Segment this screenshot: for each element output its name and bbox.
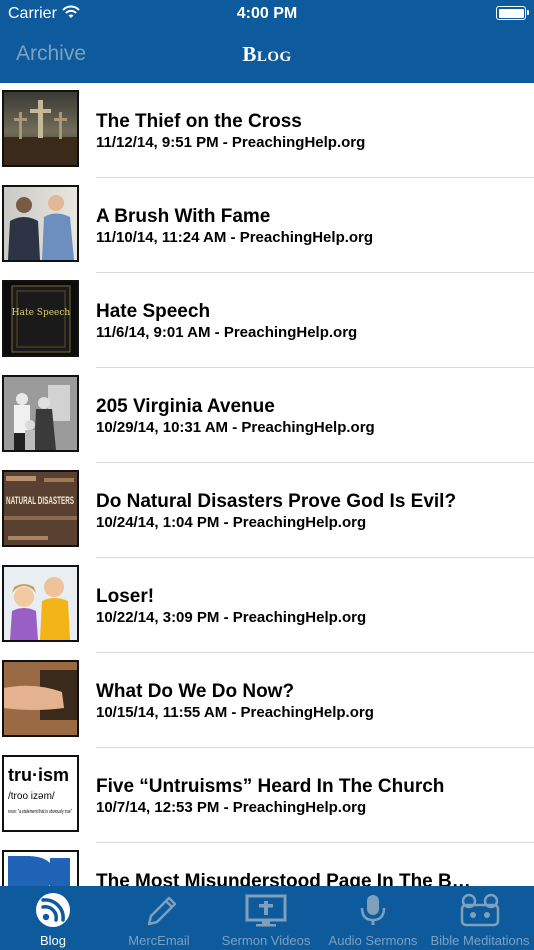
- post-meta: 10/24/14, 1:04 PM - PreachingHelp.org: [96, 514, 367, 531]
- post-meta: 11/12/14, 9:51 PM - PreachingHelp.org: [96, 134, 366, 151]
- post-title: The Most Misunderstood Page In The B…: [96, 871, 471, 886]
- microphone-icon: [360, 895, 386, 925]
- tab-bible-meditations[interactable]: Bible Meditations: [426, 886, 534, 950]
- list-item[interactable]: A Brush With Fame 11/10/14, 11:24 AM - P…: [0, 178, 534, 273]
- page-title: Blog: [242, 42, 292, 66]
- post-thumbnail-hate-speech-book: Hate Speech: [2, 280, 79, 357]
- list-item[interactable]: The Most Misunderstood Page In The B…: [0, 843, 534, 886]
- post-meta: 11/10/14, 11:24 AM - PreachingHelp.org: [96, 229, 374, 246]
- video-screen-icon: [245, 894, 287, 927]
- post-title: 205 Virginia Avenue: [96, 396, 275, 417]
- natural-disasters-thumb-label: NATURAL DISASTERS: [6, 495, 74, 507]
- post-thumbnail-page: [2, 850, 79, 886]
- post-thumbnail-two-men: [2, 185, 79, 262]
- post-title: Loser!: [96, 586, 155, 607]
- tab-label: Blog: [39, 933, 67, 948]
- post-meta: 10/7/14, 12:53 PM - PreachingHelp.org: [96, 799, 367, 816]
- post-title: What Do We Do Now?: [96, 681, 295, 702]
- list-item[interactable]: tru·ism /troo izəm/ noun: "a statement t…: [0, 748, 534, 843]
- status-time: 4:00 PM: [236, 5, 298, 22]
- tab-label: Sermon Videos: [221, 933, 311, 948]
- battery-icon: [496, 6, 529, 20]
- post-thumbnail-kids: [2, 565, 79, 642]
- tab-bar: Blog MercEmail Sermon Videos Audio Sermo…: [0, 886, 534, 950]
- post-thumbnail-crosses: [2, 90, 79, 167]
- truism-thumb-definition: noun: "a statement that is obviously tru…: [8, 809, 72, 815]
- post-title: Five “Untruisms” Heard In The Church: [96, 776, 445, 797]
- list-item[interactable]: NATURAL DISASTERS Do Natural Disasters P…: [0, 463, 534, 558]
- post-meta: 10/29/14, 10:31 AM - PreachingHelp.org: [96, 419, 375, 436]
- list-item[interactable]: What Do We Do Now? 10/15/14, 11:55 AM - …: [0, 653, 534, 748]
- list-item[interactable]: The Thief on the Cross 11/12/14, 9:51 PM…: [0, 83, 534, 178]
- truism-thumb-phonetic: /troo izəm/: [8, 791, 55, 802]
- post-thumbnail-hand-on-bible: [2, 660, 79, 737]
- post-meta: 11/6/14, 9:01 AM - PreachingHelp.org: [96, 324, 358, 341]
- post-meta: 10/22/14, 3:09 PM - PreachingHelp.org: [96, 609, 367, 626]
- radio-icon: [460, 893, 500, 927]
- post-thumbnail-natural-disasters: NATURAL DISASTERS: [2, 470, 79, 547]
- tab-blog[interactable]: Blog: [0, 886, 106, 950]
- post-thumbnail-family-photo: [2, 375, 79, 452]
- list-item[interactable]: Hate Speech Hate Speech 11/6/14, 9:01 AM…: [0, 273, 534, 368]
- list-item[interactable]: 205 Virginia Avenue 10/29/14, 10:31 AM -…: [0, 368, 534, 463]
- status-bar: Carrier 4:00 PM: [0, 0, 534, 28]
- truism-thumb-word: tru·ism: [8, 765, 69, 785]
- post-title: Do Natural Disasters Prove God Is Evil?: [96, 491, 457, 512]
- post-title: Hate Speech: [96, 301, 211, 322]
- tab-label: MercEmail: [128, 933, 190, 948]
- tab-sermon-videos[interactable]: Sermon Videos: [212, 886, 320, 950]
- post-thumbnail-truism-definition: tru·ism /troo izəm/ noun: "a statement t…: [2, 755, 79, 832]
- post-title: A Brush With Fame: [96, 206, 271, 227]
- hate-speech-thumb-label: Hate Speech: [12, 308, 71, 318]
- navigation-header: Carrier 4:00 PM Archive Blog: [0, 0, 534, 83]
- tab-label: Bible Meditations: [430, 933, 530, 948]
- tab-mercemail[interactable]: MercEmail: [106, 886, 212, 950]
- list-item[interactable]: Loser! 10/22/14, 3:09 PM - PreachingHelp…: [0, 558, 534, 653]
- rss-icon: [36, 893, 70, 927]
- blog-post-list[interactable]: The Thief on the Cross 11/12/14, 9:51 PM…: [0, 83, 534, 886]
- post-meta: 10/15/14, 11:55 AM - PreachingHelp.org: [96, 704, 374, 721]
- tab-audio-sermons[interactable]: Audio Sermons: [320, 886, 426, 950]
- tab-label: Audio Sermons: [328, 933, 418, 948]
- pencil-icon: [147, 896, 177, 926]
- post-title: The Thief on the Cross: [96, 111, 302, 132]
